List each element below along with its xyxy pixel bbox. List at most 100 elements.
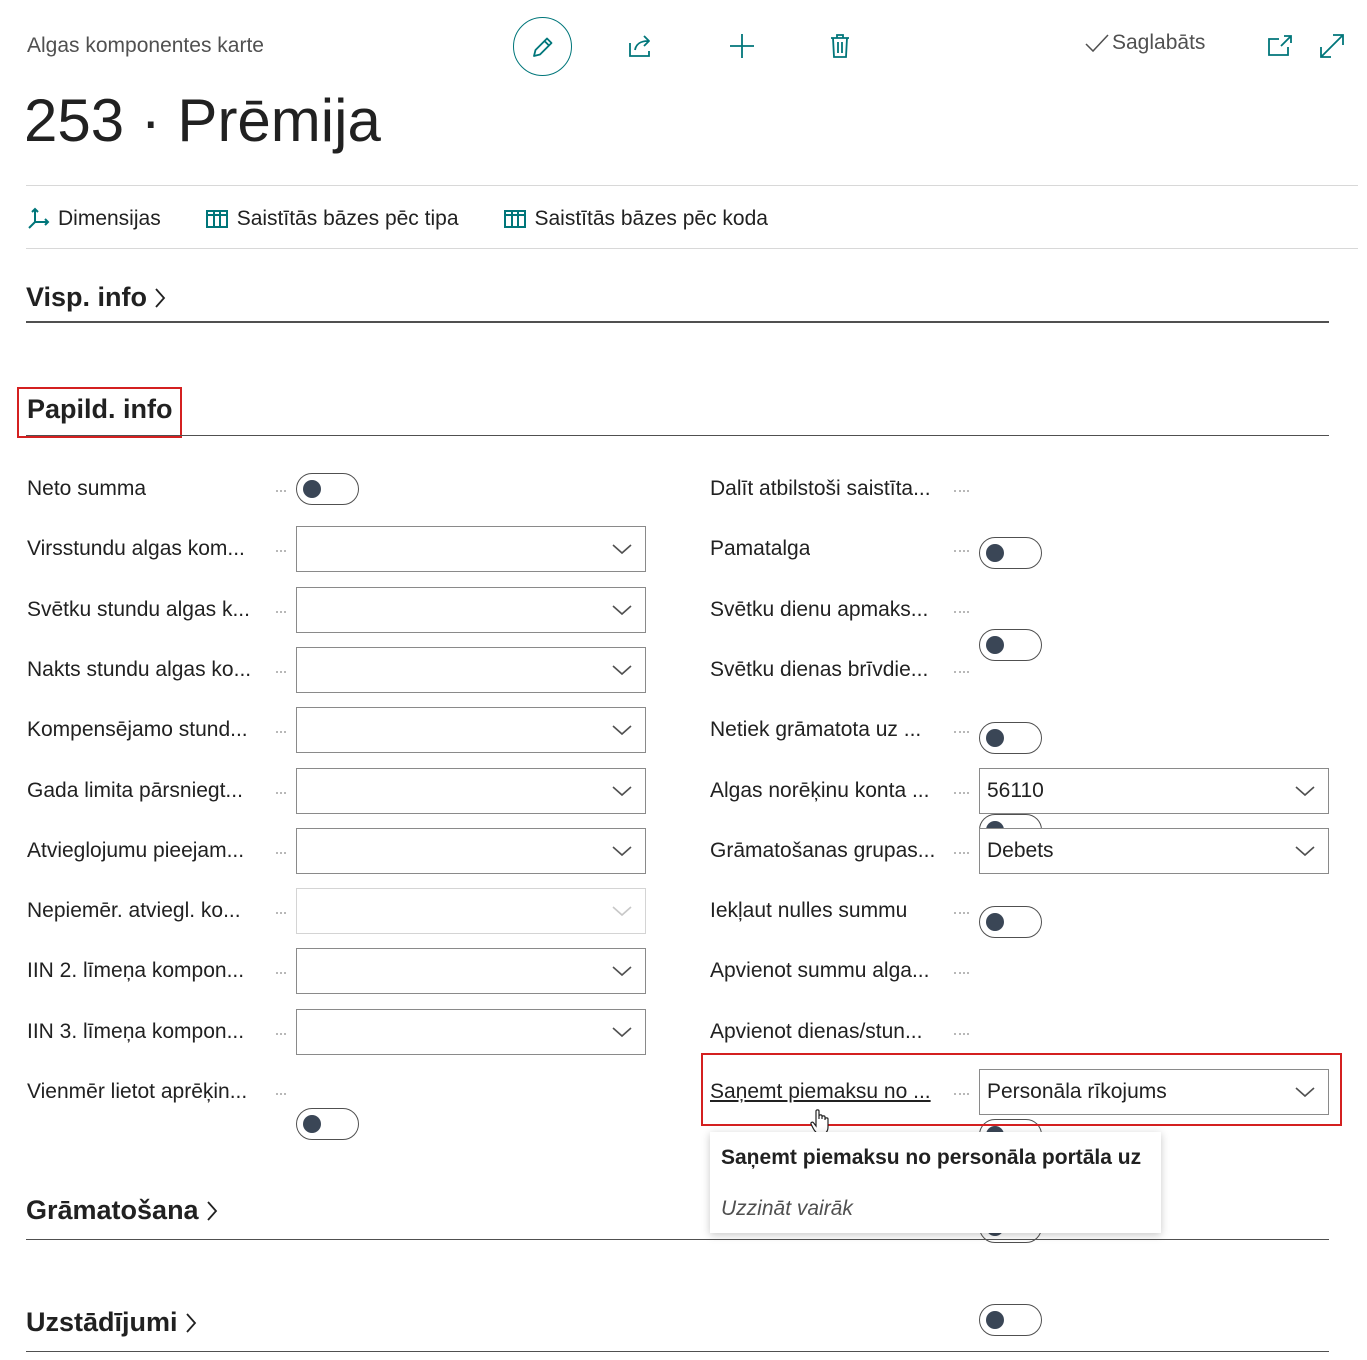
action-related-bases-by-type[interactable]: Saistītās bāzes pēc tipa [205, 201, 459, 237]
field-leader-dots [276, 1032, 286, 1035]
chevron-down-icon [1295, 785, 1315, 796]
section-general-header[interactable]: Visp. info [26, 282, 169, 313]
chevron-down-icon [612, 906, 632, 917]
expand-icon [1320, 34, 1344, 58]
highlight-box [701, 1053, 1342, 1126]
table-icon [503, 210, 526, 228]
share-button[interactable] [621, 26, 661, 66]
dropdown-select[interactable] [296, 707, 646, 754]
field-leader-dots [954, 490, 969, 492]
delete-button[interactable] [820, 26, 860, 66]
field-leader-dots [954, 972, 969, 975]
field-label: Svētku dienu apmaks... [710, 597, 929, 621]
dropdown-select[interactable]: 56110 [979, 767, 1329, 814]
field-label: IIN 2. līmeņa kompon... [27, 959, 245, 983]
pencil-icon [532, 37, 552, 57]
field-label: Neto summa [27, 477, 147, 500]
action-bar: Dimensijas Saistītās bāzes pēc tipa Sais… [26, 201, 812, 237]
field-label: Apvienot dienas/stun... [710, 1019, 923, 1043]
page-title: 253 · Prēmija [24, 87, 381, 154]
dimensions-icon [28, 207, 50, 229]
dropdown-select[interactable] [296, 586, 646, 633]
dropdown-select[interactable] [296, 646, 646, 693]
section-title: Uzstādījumi [26, 1307, 178, 1337]
checkmark-icon [1085, 34, 1109, 53]
dropdown-select[interactable] [296, 767, 646, 814]
action-label: Saistītās bāzes pēc tipa [236, 207, 459, 230]
chevron-down-icon [612, 966, 632, 977]
dropdown-select[interactable]: Debets [979, 827, 1329, 874]
section-divider [26, 321, 1329, 323]
field-label: Vienmēr lietot aprēķin... [27, 1080, 248, 1103]
field-leader-dots [954, 731, 969, 734]
chevron-down-icon [612, 604, 632, 615]
learn-more-link[interactable]: Uzzināt vairāk [721, 1197, 853, 1221]
field-leader-dots [276, 550, 286, 553]
dropdown-select[interactable] [296, 948, 646, 995]
section-divider [26, 1239, 1329, 1240]
field-tooltip: Saņemt piemaksu no personāla portāla uz … [710, 1132, 1161, 1233]
chevron-down-icon [612, 785, 632, 796]
field-leader-dots [954, 550, 969, 553]
toggle-switch[interactable] [979, 537, 1042, 569]
field-label: Iekļaut nulles summu [710, 899, 908, 923]
section-title: Papild. info [27, 394, 173, 424]
field-label: Nakts stundu algas ko... [27, 657, 252, 681]
section-title: Visp. info [26, 282, 148, 312]
field-label: Svētku stundu algas k... [27, 597, 250, 621]
field-leader-dots [276, 972, 286, 975]
field-leader-dots [276, 670, 286, 673]
dropdown-value: 56110 [987, 778, 1044, 802]
toggle-switch[interactable] [296, 1108, 359, 1140]
action-dimensions[interactable]: Dimensijas [26, 201, 161, 237]
section-setup-header[interactable]: Uzstādījumi [26, 1307, 200, 1338]
saved-status: Saglabāts [1084, 31, 1205, 55]
field-leader-dots [276, 912, 286, 915]
chevron-down-icon [612, 665, 632, 675]
field-label: Pamatalga [710, 537, 811, 561]
dropdown-select [296, 888, 646, 935]
section-posting-header[interactable]: Grāmatošana [26, 1195, 221, 1226]
field-label: Netiek grāmatota uz ... [710, 718, 922, 742]
field-leader-dots [954, 851, 969, 854]
actions-divider [26, 248, 1358, 249]
field-leader-dots [276, 791, 286, 794]
field-leader-dots [276, 1093, 286, 1095]
toggle-switch[interactable] [979, 1303, 1042, 1336]
open-in-new-window-button[interactable] [1260, 26, 1300, 66]
chevron-down-icon [612, 544, 632, 555]
chevron-down-icon [612, 846, 632, 856]
field-label: Svētku dienas brīvdie... [710, 657, 929, 681]
section-title: Grāmatošana [26, 1195, 199, 1225]
chevron-down-icon [1295, 846, 1315, 856]
toggle-switch[interactable] [296, 473, 359, 505]
field-leader-dots [954, 670, 969, 673]
field-leader-dots [954, 1032, 969, 1035]
field-leader-dots [276, 731, 286, 734]
section-divider [26, 435, 1329, 436]
dropdown-value: Debets [987, 838, 1054, 862]
dropdown-select[interactable] [296, 1008, 646, 1055]
field-label: Apvienot summu alga... [710, 959, 930, 983]
field-leader-dots [276, 490, 286, 492]
field-leader-dots [276, 610, 286, 613]
field-label: Nepiemēr. atviegl. ko... [27, 899, 241, 923]
toggle-switch[interactable] [979, 629, 1042, 662]
table-icon [205, 210, 228, 228]
action-related-bases-by-code[interactable]: Saistītās bāzes pēc koda [503, 201, 768, 237]
open-in-new-window-icon [1268, 35, 1292, 56]
section-additional-header[interactable]: Papild. info [27, 394, 173, 425]
section-divider [26, 1351, 1329, 1352]
toggle-switch[interactable] [979, 906, 1042, 939]
field-label: Algas norēķinu konta ... [710, 778, 930, 802]
chevron-right-icon [155, 287, 166, 308]
dropdown-select[interactable] [296, 827, 646, 874]
chevron-right-icon [185, 1312, 196, 1333]
edit-button[interactable] [513, 17, 572, 76]
dropdown-select[interactable] [296, 526, 646, 573]
toggle-switch[interactable] [979, 721, 1042, 754]
new-button[interactable] [722, 26, 762, 66]
field-leader-dots [954, 610, 969, 613]
page-caption: Algas komponentes karte [27, 34, 264, 57]
expand-button[interactable] [1312, 26, 1352, 66]
